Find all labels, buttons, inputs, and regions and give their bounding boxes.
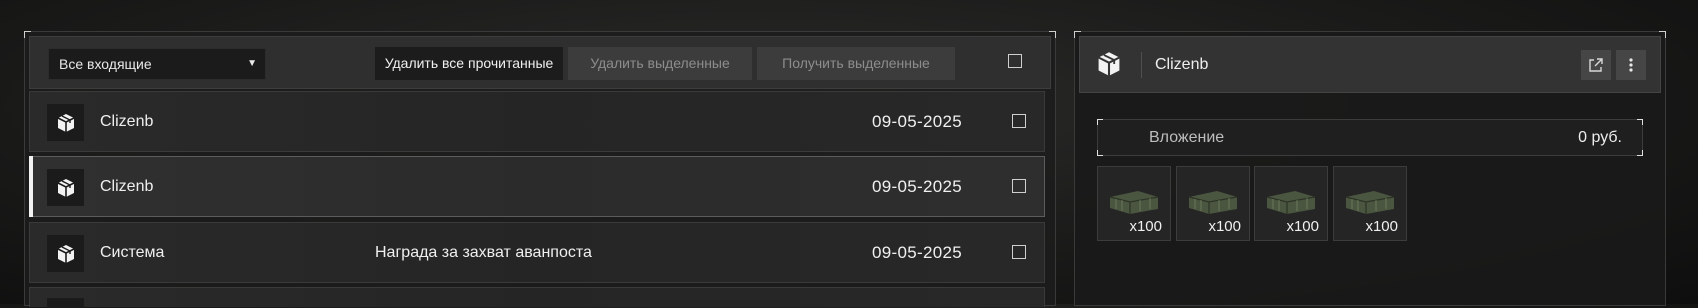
delete-selected-button[interactable]: Удалить выделенные [568, 47, 752, 80]
message-detail-panel: Clizenb Вложение 0 руб. x100 x100 x100 x… [1074, 31, 1666, 306]
more-options-button[interactable] [1616, 50, 1646, 80]
select-all-checkbox[interactable] [1008, 54, 1022, 68]
message-checkbox[interactable] [1012, 114, 1026, 128]
message-date: 09-05-2025 [872, 243, 962, 262]
detail-header: Clizenb [1079, 36, 1661, 93]
message-sender: Clizenb [100, 113, 154, 130]
message-row[interactable]: Система Награда за захват аванпоста 09-0… [29, 222, 1045, 283]
ammo-crate-icon [1109, 191, 1159, 214]
package-icon [47, 298, 84, 308]
item-quantity: x100 [1208, 218, 1241, 235]
folder-select[interactable]: Все входящие ▼ [48, 48, 266, 80]
open-external-button[interactable] [1581, 50, 1611, 80]
package-icon [47, 104, 84, 141]
attachment-item[interactable]: x100 [1254, 166, 1328, 241]
bar-corner [1097, 150, 1103, 156]
external-link-icon [1589, 58, 1603, 72]
message-checkbox[interactable] [1012, 245, 1026, 259]
message-sender: Система [100, 244, 165, 261]
message-checkbox[interactable] [1012, 179, 1026, 193]
bar-corner [1637, 150, 1643, 156]
message-date: 09-05-2025 [872, 112, 962, 131]
ammo-crate-icon [1188, 191, 1238, 214]
message-subject: Награда за захват аванпоста [375, 244, 592, 261]
detail-sender: Clizenb [1155, 56, 1209, 73]
folder-select-value: Все входящие [59, 56, 152, 72]
message-date: 09-05-2025 [872, 177, 962, 196]
package-icon [47, 169, 84, 206]
inbox-panel: Все входящие ▼ Удалить все прочитанные У… [24, 31, 1056, 308]
message-row[interactable]: Clizenb 09-05-2025 [29, 156, 1045, 217]
message-row[interactable] [29, 287, 1045, 308]
attachment-money-value: 0 руб. [1578, 129, 1622, 146]
attachment-label: Вложение [1149, 129, 1225, 146]
ammo-crate-icon [1345, 191, 1395, 214]
attachment-summary: Вложение 0 руб. [1097, 119, 1643, 156]
message-row[interactable]: Clizenb 09-05-2025 [29, 91, 1045, 152]
item-quantity: x100 [1286, 218, 1319, 235]
ammo-crate-icon [1266, 191, 1316, 214]
item-quantity: x100 [1129, 218, 1162, 235]
attachment-item[interactable]: x100 [1176, 166, 1250, 241]
header-divider [1141, 52, 1142, 78]
selection-indicator [29, 156, 33, 217]
bar-corner [1637, 119, 1643, 125]
package-icon [47, 235, 84, 272]
delete-all-read-button[interactable]: Удалить все прочитанные [375, 47, 563, 80]
item-quantity: x100 [1365, 218, 1398, 235]
more-vertical-icon [1629, 58, 1633, 72]
message-sender: Clizenb [100, 178, 154, 195]
attachment-item[interactable]: x100 [1333, 166, 1407, 241]
package-icon [1096, 51, 1122, 82]
bar-corner [1097, 119, 1103, 125]
dropdown-arrow-icon: ▼ [247, 58, 257, 69]
receive-selected-button[interactable]: Получить выделенные [757, 47, 955, 80]
attachment-item[interactable]: x100 [1097, 166, 1171, 241]
inbox-toolbar: Все входящие ▼ Удалить все прочитанные У… [29, 36, 1051, 89]
